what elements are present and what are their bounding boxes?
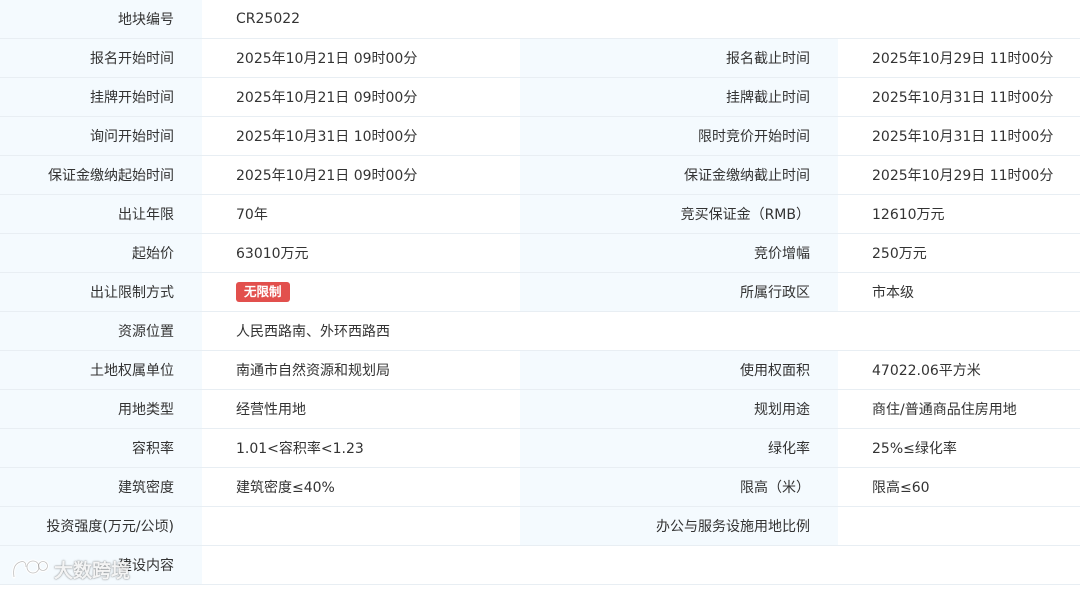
row-inquiry-time: 询问开始时间 2025年10月31日 10时00分 限时竞价开始时间 2025年…: [0, 116, 1080, 156]
land-info-table: 地块编号 CR25022 报名开始时间 2025年10月21日 09时00分 报…: [0, 0, 1080, 585]
value-deposit-end: 2025年10月29日 11时00分: [838, 155, 1080, 195]
row-far-green: 容积率 1.01<容积率<1.23 绿化率 25%≤绿化率: [0, 428, 1080, 468]
label-starting-price: 起始价: [0, 233, 202, 273]
value-transfer-term: 70年: [202, 194, 520, 234]
label-investment-intensity: 投资强度(万元/公顷): [0, 506, 202, 546]
label-district: 所属行政区: [520, 272, 838, 312]
value-height-limit: 限高≤60: [838, 467, 1080, 507]
value-timed-bidding-start: 2025年10月31日 11时00分: [838, 116, 1080, 156]
value-office-ratio: [838, 506, 1080, 546]
value-inquiry-start: 2025年10月31日 10时00分: [202, 116, 520, 156]
label-restriction-method: 出让限制方式: [0, 272, 202, 312]
value-owner: 南通市自然资源和规划局: [202, 350, 520, 390]
row-deposit-time: 保证金缴纳起始时间 2025年10月21日 09时00分 保证金缴纳截止时间 2…: [0, 155, 1080, 195]
value-district: 市本级: [838, 272, 1080, 312]
label-listing-end: 挂牌截止时间: [520, 77, 838, 117]
label-bid-increment: 竞价增幅: [520, 233, 838, 273]
label-bid-deposit: 竞买保证金（RMB）: [520, 194, 838, 234]
label-plot-ratio: 容积率: [0, 428, 202, 468]
value-bid-deposit: 12610万元: [838, 194, 1080, 234]
row-construction-content: 建设内容: [0, 545, 1080, 585]
value-construction-content: [202, 545, 1080, 585]
value-location: 人民西路南、外环西路西: [202, 311, 1080, 351]
label-land-type: 用地类型: [0, 389, 202, 429]
label-construction-content: 建设内容: [0, 545, 202, 585]
row-price: 起始价 63010万元 竞价增幅 250万元: [0, 233, 1080, 273]
row-term-deposit: 出让年限 70年 竞买保证金（RMB） 12610万元: [0, 194, 1080, 234]
label-office-ratio: 办公与服务设施用地比例: [520, 506, 838, 546]
value-registration-end: 2025年10月29日 11时00分: [838, 38, 1080, 78]
label-building-density: 建筑密度: [0, 467, 202, 507]
restriction-badge: 无限制: [236, 282, 290, 302]
row-investment-office: 投资强度(万元/公顷) 办公与服务设施用地比例: [0, 506, 1080, 546]
row-density-height: 建筑密度 建筑密度≤40% 限高（米） 限高≤60: [0, 467, 1080, 507]
row-location: 资源位置 人民西路南、外环西路西: [0, 311, 1080, 351]
label-green-ratio: 绿化率: [520, 428, 838, 468]
label-location: 资源位置: [0, 311, 202, 351]
value-building-density: 建筑密度≤40%: [202, 467, 520, 507]
label-deposit-end: 保证金缴纳截止时间: [520, 155, 838, 195]
value-bid-increment: 250万元: [838, 233, 1080, 273]
label-registration-end: 报名截止时间: [520, 38, 838, 78]
label-parcel-number: 地块编号: [0, 0, 202, 39]
value-land-type: 经营性用地: [202, 389, 520, 429]
value-planned-use: 商住/普通商品住房用地: [838, 389, 1080, 429]
value-starting-price: 63010万元: [202, 233, 520, 273]
value-listing-start: 2025年10月21日 09时00分: [202, 77, 520, 117]
value-green-ratio: 25%≤绿化率: [838, 428, 1080, 468]
value-listing-end: 2025年10月31日 11时00分: [838, 77, 1080, 117]
value-plot-ratio: 1.01<容积率<1.23: [202, 428, 520, 468]
label-listing-start: 挂牌开始时间: [0, 77, 202, 117]
label-planned-use: 规划用途: [520, 389, 838, 429]
label-timed-bidding-start: 限时竞价开始时间: [520, 116, 838, 156]
value-registration-start: 2025年10月21日 09时00分: [202, 38, 520, 78]
label-height-limit: 限高（米）: [520, 467, 838, 507]
value-restriction-method: 无限制: [202, 272, 520, 312]
row-owner-area: 土地权属单位 南通市自然资源和规划局 使用权面积 47022.06平方米: [0, 350, 1080, 390]
row-listing-time: 挂牌开始时间 2025年10月21日 09时00分 挂牌截止时间 2025年10…: [0, 77, 1080, 117]
row-registration-time: 报名开始时间 2025年10月21日 09时00分 报名截止时间 2025年10…: [0, 38, 1080, 78]
label-deposit-start: 保证金缴纳起始时间: [0, 155, 202, 195]
row-restriction-district: 出让限制方式 无限制 所属行政区 市本级: [0, 272, 1080, 312]
label-use-right-area: 使用权面积: [520, 350, 838, 390]
label-owner: 土地权属单位: [0, 350, 202, 390]
value-parcel-number: CR25022: [202, 0, 1080, 39]
label-inquiry-start: 询问开始时间: [0, 116, 202, 156]
value-investment-intensity: [202, 506, 520, 546]
value-use-right-area: 47022.06平方米: [838, 350, 1080, 390]
row-parcel-number: 地块编号 CR25022: [0, 0, 1080, 39]
label-registration-start: 报名开始时间: [0, 38, 202, 78]
value-deposit-start: 2025年10月21日 09时00分: [202, 155, 520, 195]
label-transfer-term: 出让年限: [0, 194, 202, 234]
row-land-use: 用地类型 经营性用地 规划用途 商住/普通商品住房用地: [0, 389, 1080, 429]
